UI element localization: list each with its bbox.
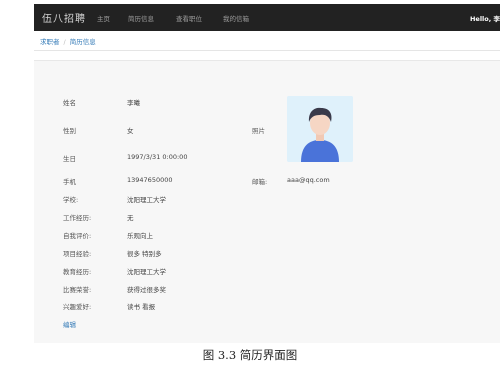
top-navbar: 伍八招聘 主页 简历信息 查看职位 我的信箱 Hello, 李 <box>34 4 500 31</box>
name-value: 李曦 <box>127 99 140 107</box>
email-value: aaa@qq.com <box>287 176 330 184</box>
hobbies-label: 兴趣爱好: <box>63 303 92 311</box>
breadcrumb-current: 简历信息 <box>69 38 96 46</box>
projects-value: 很多 特别多 <box>127 250 162 258</box>
photo-label: 照片 <box>252 127 265 135</box>
birthday-label: 生日 <box>63 155 76 163</box>
phone-label: 手机 <box>63 178 76 186</box>
brand-logo-text[interactable]: 伍八招聘 <box>42 10 86 25</box>
school-label: 学校: <box>63 196 79 204</box>
birthday-value: 1997/3/31 0:00:00 <box>127 153 188 161</box>
education-value: 沈阳理工大学 <box>127 268 166 276</box>
breadcrumb-separator: / <box>63 38 66 46</box>
name-label: 姓名 <box>63 99 76 107</box>
phone-value: 13947650000 <box>127 176 173 184</box>
self-eval-value: 乐观向上 <box>127 232 153 240</box>
awards-value: 获得过很多奖 <box>127 286 166 294</box>
experience-value: 无 <box>127 214 134 222</box>
breadcrumb: 求职者 / 简历信息 <box>40 36 96 46</box>
projects-label: 项目经验: <box>63 250 92 258</box>
header-divider <box>34 50 500 51</box>
gender-value: 女 <box>127 127 134 135</box>
experience-label: 工作经历: <box>63 214 92 222</box>
nav-item-mailbox[interactable]: 我的信箱 <box>223 13 249 23</box>
nav-item-jobs[interactable]: 查看职位 <box>176 13 202 23</box>
resume-panel <box>34 60 500 343</box>
nav-item-resume[interactable]: 简历信息 <box>128 13 154 23</box>
nav-item-home[interactable]: 主页 <box>97 13 110 23</box>
awards-label: 比赛荣誉: <box>63 286 92 294</box>
breadcrumb-parent[interactable]: 求职者 <box>40 38 60 46</box>
avatar <box>287 96 353 162</box>
hobbies-value: 读书 看报 <box>127 303 156 311</box>
edit-link[interactable]: 编辑 <box>63 319 76 329</box>
figure-caption: 图 3.3 简历界面图 <box>202 348 298 362</box>
self-eval-label: 自我评价: <box>63 232 92 240</box>
email-label: 邮箱: <box>252 178 268 186</box>
avatar-icon <box>287 96 353 162</box>
gender-label: 性别 <box>63 127 76 135</box>
user-greeting[interactable]: Hello, 李 <box>470 13 500 23</box>
school-value: 沈阳理工大学 <box>127 196 166 204</box>
education-label: 教育经历: <box>63 268 92 276</box>
